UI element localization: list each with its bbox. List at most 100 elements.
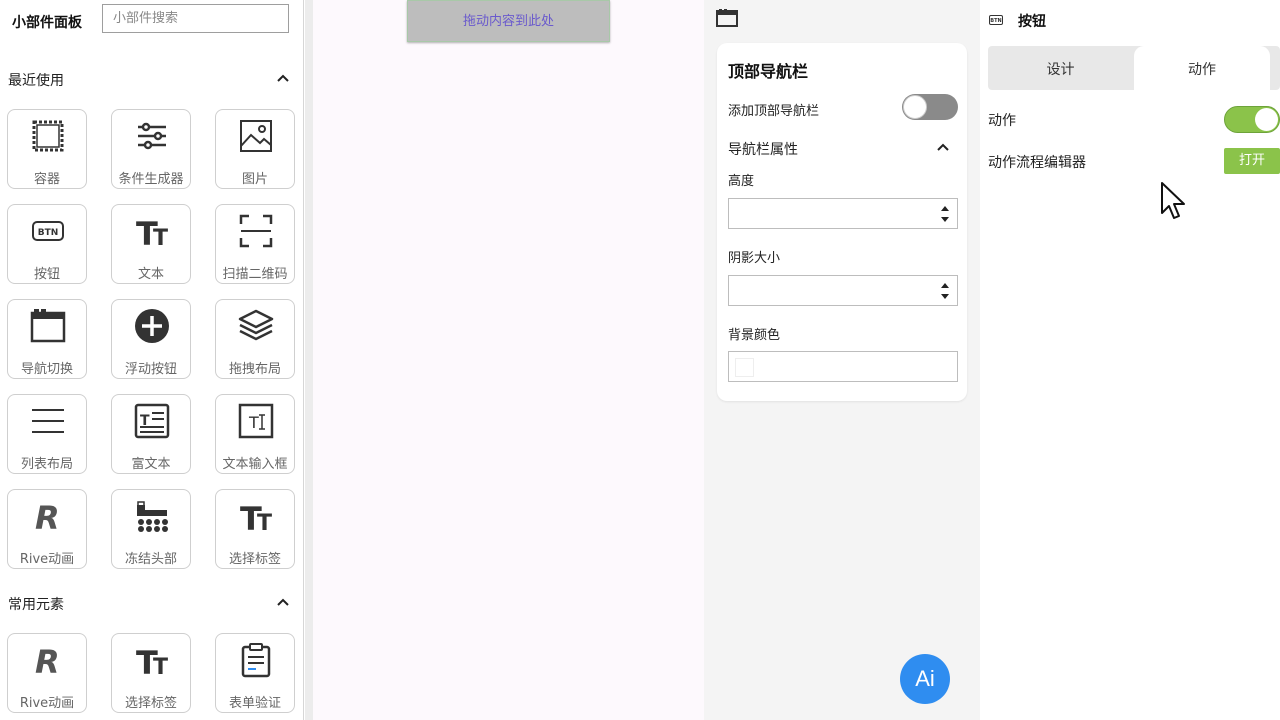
bg-color-input[interactable] (728, 351, 958, 382)
height-input[interactable] (728, 198, 958, 229)
common-section-label: 常用元素 (8, 597, 64, 613)
add-top-nav-toggle[interactable] (902, 94, 958, 120)
widget-panel-title: 小部件面板 (12, 15, 82, 31)
widget-tile[interactable]: 图片 (215, 109, 295, 189)
selected-widget-title: 按钮 (1018, 14, 1046, 30)
textfield-icon: T (238, 403, 274, 439)
recent-section-label: 最近使用 (8, 73, 64, 89)
widget-tile[interactable]: 导航切换 (7, 299, 87, 379)
btn-icon: BTN (32, 221, 64, 241)
widget-tile[interactable]: 表单验证 (215, 633, 295, 713)
widget-tile-label: 按钮 (33, 267, 60, 282)
widget-tile[interactable]: 浮动按钮 (111, 299, 191, 379)
widget-tile-label: 容器 (33, 172, 60, 187)
container-icon (32, 120, 64, 152)
widget-tile[interactable]: R Rive动画 (7, 489, 87, 569)
widget-tile-label: 条件生成器 (118, 172, 184, 187)
phone-canvas[interactable] (313, 0, 704, 720)
settings-tabs: 设计 动作 (988, 46, 1280, 90)
chevron-up-icon[interactable] (275, 70, 291, 86)
drop-zone[interactable]: 拖动内容到此处 (407, 0, 610, 42)
canvas-gutter (305, 0, 313, 720)
spinner-arrows-icon[interactable] (941, 204, 949, 224)
widget-tile-label: 选择标签 (124, 696, 177, 711)
rive-icon: R (35, 499, 60, 534)
widget-search-input[interactable] (102, 4, 289, 33)
scan-icon (239, 214, 273, 248)
widget-tile-label: 扫描二维码 (222, 267, 288, 282)
rive-icon: R (35, 643, 60, 678)
widget-tile-label: 富文本 (131, 457, 171, 472)
widget-tile-label: 文本输入框 (222, 457, 288, 472)
widget-panel: 小部件面板 最近使用 容器条件生成器图片BTN按钮TT文本扫描二维码导航切换浮动… (0, 0, 304, 720)
widget-tile-label: Rive动画 (19, 552, 75, 567)
image-icon (240, 120, 272, 152)
height-label: 高度 (728, 174, 755, 189)
sliders-icon (138, 122, 166, 150)
widget-tile-label: 表单验证 (228, 696, 281, 711)
text-icon: TT (136, 215, 168, 249)
widget-tile-label: 选择标签 (228, 552, 281, 567)
tab-action[interactable]: 动作 (1134, 46, 1270, 90)
widget-tile[interactable]: 拖拽布局 (215, 299, 295, 379)
tab-design[interactable]: 设计 (988, 46, 1133, 90)
widget-tile[interactable]: T T 选择标签 (215, 489, 295, 569)
widget-tile-label: 拖拽布局 (228, 362, 281, 377)
svg-text:BTN: BTN (990, 18, 1001, 24)
freeze-header-icon (137, 501, 168, 532)
widget-tile-label: 文本 (137, 267, 164, 282)
widget-tile-label: 图片 (241, 172, 268, 187)
toggle-knob (903, 95, 927, 119)
nav-props-section-label: 导航栏属性 (728, 142, 798, 158)
widget-tile[interactable]: 条件生成器 (111, 109, 191, 189)
plus-circle-icon (135, 309, 169, 343)
svg-text:T: T (248, 413, 259, 432)
clipboard-icon (241, 643, 271, 678)
top-nav-title: 顶部导航栏 (728, 62, 809, 81)
widget-tile[interactable]: T T 文本 (111, 204, 191, 284)
widget-tile-label: Rive动画 (19, 696, 75, 711)
richtext-icon: T (134, 403, 170, 439)
widget-tile[interactable]: 列表布局 (7, 394, 87, 474)
window-icon (716, 9, 738, 27)
widget-tile[interactable]: T 富文本 (111, 394, 191, 474)
svg-text:T: T (257, 511, 272, 534)
shadow-label: 阴影大小 (728, 251, 781, 266)
widget-tile[interactable]: T 文本输入框 (215, 394, 295, 474)
flow-editor-label: 动作流程编辑器 (988, 155, 1086, 171)
text-icon: TT (136, 644, 168, 678)
widget-tile[interactable]: 扫描二维码 (215, 204, 295, 284)
common-section-header[interactable]: 常用元素 (8, 594, 293, 614)
bg-color-label: 背景颜色 (728, 328, 781, 343)
widget-tile[interactable]: 容器 (7, 109, 87, 189)
widget-settings-panel: BTN 按钮 设计 动作 动作 动作流程编辑器 打开 (980, 0, 1280, 720)
action-toggle[interactable] (1224, 106, 1280, 133)
svg-text:T: T (153, 226, 168, 249)
recent-section-header[interactable]: 最近使用 (8, 70, 293, 90)
open-flow-editor-button[interactable]: 打开 (1224, 148, 1280, 174)
shadow-input[interactable] (728, 275, 958, 306)
svg-text:R: R (35, 643, 60, 678)
color-swatch[interactable] (735, 358, 754, 377)
widget-tile[interactable]: 冻结头部 (111, 489, 191, 569)
spinner-arrows-icon[interactable] (941, 281, 949, 301)
chevron-up-icon[interactable] (935, 139, 951, 155)
btn-icon: BTN (989, 15, 1003, 25)
text-icon: TT (240, 500, 272, 534)
ai-button[interactable]: Ai (900, 654, 950, 704)
svg-text:R: R (35, 499, 60, 534)
add-top-nav-label: 添加顶部导航栏 (728, 104, 820, 119)
widget-tile[interactable]: BTN 按钮 (7, 204, 87, 284)
svg-text:BTN: BTN (38, 228, 59, 238)
properties-panel: 顶部导航栏 添加顶部导航栏 导航栏属性 高度 阴影大小 背景颜色 (704, 0, 980, 720)
widget-tile[interactable]: T T 选择标签 (111, 633, 191, 713)
widget-tile[interactable]: R Rive动画 (7, 633, 87, 713)
widget-tile-label: 导航切换 (20, 362, 73, 377)
chevron-up-icon[interactable] (275, 594, 291, 610)
app-root: 小部件面板 最近使用 容器条件生成器图片BTN按钮TT文本扫描二维码导航切换浮动… (0, 0, 1280, 720)
toggle-knob (1255, 108, 1278, 131)
list-icon (32, 409, 64, 433)
action-label: 动作 (988, 113, 1016, 129)
widget-tile-label: 浮动按钮 (124, 362, 177, 377)
window-icon (30, 309, 66, 343)
